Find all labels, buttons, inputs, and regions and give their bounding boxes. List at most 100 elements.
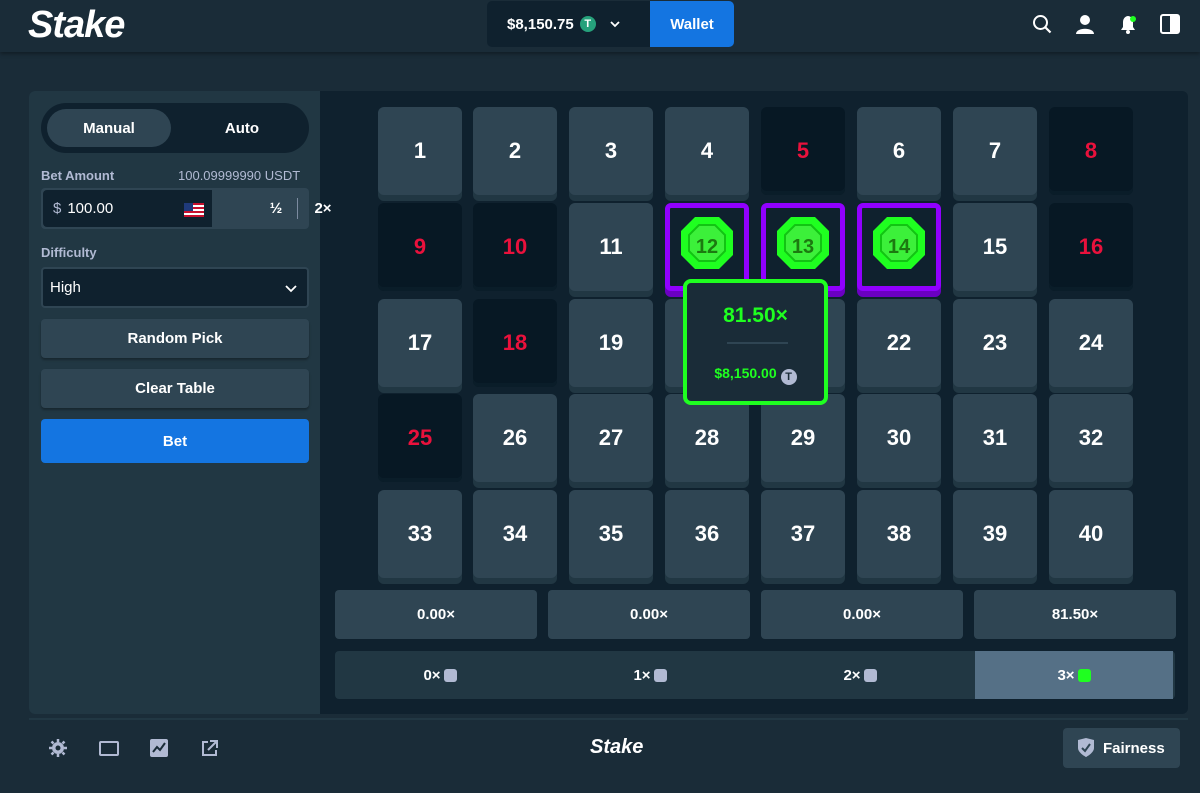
tile-22[interactable]: 22: [857, 299, 941, 387]
tile-27[interactable]: 27: [569, 394, 653, 482]
tile-17[interactable]: 17: [378, 299, 462, 387]
tile-number: 39: [982, 521, 1008, 546]
tile-number: 34: [502, 521, 528, 546]
tile-number: 27: [598, 425, 624, 450]
stake-logo[interactable]: Stake: [28, 4, 125, 47]
tile-14[interactable]: 14: [857, 203, 941, 291]
clear-table-button[interactable]: Clear Table: [41, 369, 309, 408]
gem-icon: [443, 668, 457, 682]
tile-4[interactable]: 4: [665, 107, 749, 195]
tile-number: 29: [790, 425, 816, 450]
tile-6[interactable]: 6: [857, 107, 941, 195]
random-pick-button[interactable]: Random Pick: [41, 319, 309, 358]
tile-number: 3: [604, 138, 618, 163]
stats-icon[interactable]: [149, 738, 169, 758]
footer-logo: Stake: [590, 736, 644, 758]
hits-0-label: 0×: [423, 666, 441, 684]
tile-30[interactable]: 30: [857, 394, 941, 482]
tile-35[interactable]: 35: [569, 490, 653, 578]
tile-38[interactable]: 38: [857, 490, 941, 578]
settings-icon[interactable]: [48, 738, 68, 758]
tile-15[interactable]: 15: [953, 203, 1037, 291]
tile-5[interactable]: 5: [761, 107, 845, 195]
chevron-down-icon: [285, 285, 297, 293]
tile-number: 17: [407, 330, 433, 355]
tile-31[interactable]: 31: [953, 394, 1037, 482]
chevron-down-icon: [610, 21, 620, 28]
fairness-button[interactable]: Fairness: [1063, 728, 1180, 768]
win-popup: 81.50× $8,150.00 T: [683, 279, 828, 405]
bet-button[interactable]: Bet: [41, 419, 309, 463]
theatre-mode-icon[interactable]: [99, 738, 119, 758]
sidebar-toggle-icon[interactable]: [1159, 13, 1181, 35]
double-bet-button[interactable]: 2×: [299, 188, 347, 229]
tile-number: 37: [790, 521, 816, 546]
tile-37[interactable]: 37: [761, 490, 845, 578]
mode-toggle: Manual Auto: [41, 103, 309, 153]
tile-7[interactable]: 7: [953, 107, 1037, 195]
tile-number: 2: [508, 138, 522, 163]
gem-icon: [1077, 668, 1091, 682]
tether-icon: T: [579, 16, 596, 32]
tile-2[interactable]: 2: [473, 107, 557, 195]
tile-23[interactable]: 23: [953, 299, 1037, 387]
tile-29[interactable]: 29: [761, 394, 845, 482]
bet-amount-usdt: 100.09999990 USDT: [178, 168, 301, 183]
tile-3[interactable]: 3: [569, 107, 653, 195]
payout-multiplier-1: 0.00×: [548, 590, 750, 639]
tile-34[interactable]: 34: [473, 490, 557, 578]
hits-3-label: 3×: [1057, 666, 1075, 684]
hits-1-label: 1×: [633, 666, 651, 684]
tile-9[interactable]: 9: [378, 203, 462, 291]
tile-11[interactable]: 11: [569, 203, 653, 291]
balance-selector[interactable]: $8,150.75 T: [487, 1, 652, 47]
tether-icon: T: [780, 369, 797, 385]
tile-32[interactable]: 32: [1049, 394, 1133, 482]
popout-icon[interactable]: [200, 738, 220, 758]
wallet-button[interactable]: Wallet: [650, 1, 734, 47]
payout-multiplier-3: 81.50×: [974, 590, 1176, 639]
tile-18[interactable]: 18: [473, 299, 557, 387]
tile-1[interactable]: 1: [378, 107, 462, 195]
tile-25[interactable]: 25: [378, 394, 462, 482]
hits-2: 2×: [755, 651, 965, 699]
auto-tab[interactable]: Auto: [180, 109, 304, 147]
tile-24[interactable]: 24: [1049, 299, 1133, 387]
tile-16[interactable]: 16: [1049, 203, 1133, 291]
tile-40[interactable]: 40: [1049, 490, 1133, 578]
tile-number: 19: [598, 330, 624, 355]
tile-13[interactable]: 13: [761, 203, 845, 291]
bell-icon[interactable]: [1117, 13, 1139, 35]
user-icon[interactable]: [1074, 13, 1096, 35]
half-bet-button[interactable]: ½: [253, 188, 299, 229]
tile-number: 8: [1084, 138, 1098, 163]
tile-number: 30: [886, 425, 912, 450]
win-multiplier: 81.50×: [723, 304, 788, 327]
tile-number: 6: [892, 138, 906, 163]
hits-3: 3×: [975, 651, 1173, 699]
tile-39[interactable]: 39: [953, 490, 1037, 578]
tile-8[interactable]: 8: [1049, 107, 1133, 195]
tile-12[interactable]: 12: [665, 203, 749, 291]
tile-number: 1: [413, 138, 427, 163]
tile-33[interactable]: 33: [378, 490, 462, 578]
popup-divider: [727, 342, 788, 344]
tile-10[interactable]: 10: [473, 203, 557, 291]
difficulty-select[interactable]: High: [41, 267, 309, 308]
tile-36[interactable]: 36: [665, 490, 749, 578]
tile-number: 12: [695, 235, 719, 258]
tile-number: 23: [982, 330, 1008, 355]
tile-19[interactable]: 19: [569, 299, 653, 387]
manual-tab[interactable]: Manual: [47, 109, 171, 147]
tile-number: 40: [1078, 521, 1104, 546]
bet-amount-value: 100.00: [67, 200, 114, 217]
tile-number: 16: [1078, 234, 1104, 259]
tile-number: 7: [988, 138, 1002, 163]
tile-28[interactable]: 28: [665, 394, 749, 482]
bet-amount-input[interactable]: $ 100.00: [43, 190, 212, 227]
tile-26[interactable]: 26: [473, 394, 557, 482]
bet-amount-label: Bet Amount: [41, 168, 115, 183]
search-icon[interactable]: [1031, 13, 1053, 35]
tile-number: 15: [982, 234, 1008, 259]
tile-number: 9: [413, 234, 427, 259]
